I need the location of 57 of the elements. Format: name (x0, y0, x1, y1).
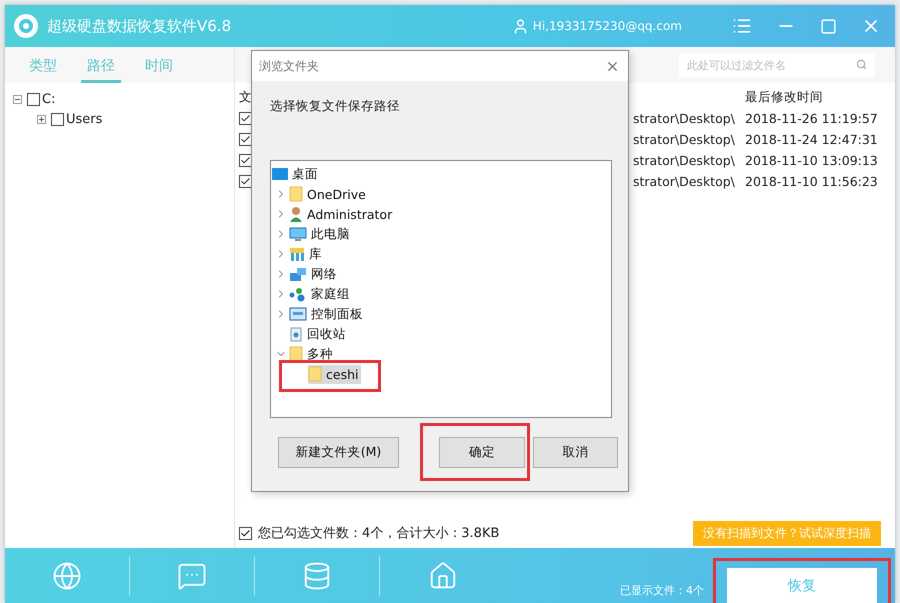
table-cell-text: 2018-11-26 11:19:57 (745, 110, 879, 128)
desktop-icon (272, 167, 288, 181)
bin-icon (289, 326, 303, 342)
expand-icon[interactable] (37, 114, 46, 124)
column-header: 最后修改时间 (745, 88, 824, 106)
library-icon (289, 246, 305, 262)
maximize-icon[interactable] (820, 18, 837, 34)
user-icon (289, 206, 303, 222)
column-header: 文 (239, 88, 253, 106)
folder-icon (308, 366, 322, 382)
folder-tree-item[interactable]: 此电脑 (289, 224, 353, 244)
globe-icon (52, 560, 82, 590)
checkbox[interactable] (51, 112, 64, 126)
folder-icon (289, 346, 303, 362)
folder-tree-item[interactable]: Administrator (289, 204, 396, 224)
table-cell-text: 2018-11-10 13:09:13 (745, 152, 879, 170)
search-icon[interactable] (856, 59, 867, 70)
table-cell-text: strator\Desktop\ (633, 173, 736, 191)
folder-tree-item[interactable]: 家庭组 (289, 284, 353, 304)
logo-icon (13, 13, 39, 39)
folder-tree-item[interactable]: 控制面板 (289, 304, 366, 324)
dialog-title: 浏览文件夹 (259, 58, 320, 74)
network-icon (289, 266, 307, 282)
table-cell-text: strator\Desktop\ (633, 152, 736, 170)
checkbox[interactable] (239, 112, 252, 125)
folder-tree-item[interactable]: 网络 (289, 264, 340, 284)
folder-tree-item[interactable]: OneDrive (289, 184, 369, 204)
table-cell-text: strator\Desktop\ (633, 131, 736, 149)
folder-tree-item[interactable]: 回收站 (289, 324, 349, 344)
dialog-instruction: 选择恢复文件保存路径 (270, 98, 401, 115)
selection-summary: 您已勾选文件数：4个，合计大小：3.8KB (258, 525, 500, 542)
table-cell-text: strator\Desktop\ (633, 110, 736, 128)
checkbox[interactable] (239, 175, 252, 188)
tree-item[interactable]: C: (42, 92, 56, 106)
search-field[interactable]: 此处可以过滤文件名 (679, 53, 875, 77)
collapse-icon[interactable] (13, 94, 22, 104)
dots-icon (289, 286, 307, 302)
database-icon (302, 560, 332, 590)
dialog-button[interactable]: 取消 (533, 437, 618, 468)
folder-icon (289, 186, 303, 202)
folder-tree-item[interactable]: 库 (289, 244, 325, 264)
tree-item[interactable]: Users (66, 112, 102, 126)
checkbox[interactable] (27, 92, 40, 106)
folder-tree-item[interactable]: ceshi (308, 364, 362, 384)
folder-tree-item[interactable]: 桌面 (272, 164, 321, 184)
dialog-button[interactable]: 确定 (439, 437, 525, 468)
table-cell-text: 2018-11-24 12:47:31 (745, 131, 879, 149)
folder-tree-item[interactable]: 多种 (289, 344, 336, 364)
dialog-button[interactable]: 新建文件夹(M) (278, 437, 399, 468)
file-count: 已显示文件：4个 (620, 583, 704, 598)
checkbox[interactable] (239, 154, 252, 167)
window-title: 超级硬盘数据恢复软件V6.8 (47, 16, 232, 36)
monitor-icon (289, 226, 307, 242)
panel-icon (289, 307, 307, 321)
checkbox[interactable] (239, 526, 252, 540)
checkbox[interactable] (239, 133, 252, 146)
table-cell-text: 2018-11-10 11:56:23 (745, 173, 879, 191)
